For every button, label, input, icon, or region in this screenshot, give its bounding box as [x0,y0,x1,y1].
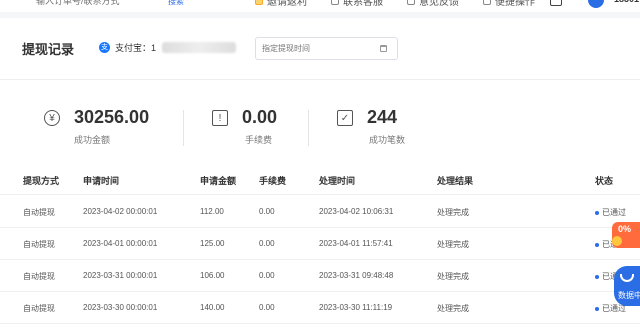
cell-amount: 106.00 [200,271,225,280]
promo-text: 0% [618,224,632,234]
gift-icon [255,0,263,5]
alipay-icon: 支 [99,42,110,53]
avatar[interactable] [588,0,604,8]
cell-result: 处理完成 [437,240,469,249]
cell-method: 自动提现 [23,304,55,313]
date-picker[interactable] [255,37,398,60]
cell-status-text: 已通过 [602,208,626,217]
service-icon [331,0,339,5]
bell-icon[interactable] [550,0,562,6]
top-bar: 搜索 邀请返利 联系客服 意见反馈 便捷操作 183017 [0,0,640,12]
cell-amount: 140.00 [200,303,225,312]
shortcut-icon [483,0,491,5]
nav-shortcut-label: 便捷操作 [495,0,535,8]
cell-method: 自动提现 [23,240,55,249]
search-button[interactable]: 搜索 [168,0,184,7]
cell-amount: 112.00 [200,207,224,216]
nav-invite-label: 邀请返利 [267,0,307,8]
stat-success-count-label: 成功笔数 [369,135,406,145]
stat-fee-value: 0.00 [242,107,278,127]
alipay-account-masked [162,42,236,53]
nav-service-label: 联系客服 [343,0,383,8]
calendar-icon[interactable] [380,45,387,52]
search-input[interactable] [22,0,162,6]
stat-success-amount-value: 30256.00 [74,107,150,127]
cell-method: 自动提现 [23,272,55,281]
nav-feedback[interactable]: 意见反馈 [407,0,459,8]
stat-success-count: ✓ 244 成功笔数 [337,107,427,151]
col-method: 提现方式 [23,176,60,186]
status-dot-icon [595,306,599,311]
wave-icon [620,274,634,282]
cell-apply-time: 2023-03-31 00:00:01 [83,271,158,280]
col-process-time: 处理时间 [319,176,356,186]
nav-service[interactable]: 联系客服 [331,0,383,8]
alipay-account-label: 支付宝：1 [115,43,157,53]
cell-result: 处理完成 [437,304,469,313]
col-result: 处理结果 [437,176,474,186]
cell-result: 处理完成 [437,208,469,217]
coin-icon [612,236,622,246]
cell-method: 自动提现 [23,208,55,217]
stat-divider [308,110,309,146]
date-input[interactable] [262,44,380,53]
cell-fee: 0.00 [259,239,275,248]
page-title: 提现记录 [22,42,75,57]
col-fee: 手续费 [259,176,287,186]
table-row: 自动提现 2023-04-02 00:00:01 112.00 0.00 202… [0,196,640,228]
col-apply-time: 申请时间 [83,176,120,186]
check-icon: ✓ [337,110,353,126]
cell-fee: 0.00 [259,271,275,280]
stat-fee-label: 手续费 [245,135,273,145]
withdraw-card: 提现记录 支 支付宝：1 ¥ 30256.00 成功金额 ! 0.00 手续费 … [0,18,640,330]
status-dot-icon [595,242,599,247]
stat-success-amount: ¥ 30256.00 成功金额 [44,107,184,151]
table-row: 自动提现 2023-03-30 00:00:01 140.00 0.00 202… [0,292,640,324]
promo-badge[interactable]: 0% [612,222,640,248]
cell-process-time: 2023-04-01 11:57:41 [319,239,393,248]
cell-process-time: 2023-04-02 10:06:31 [319,207,394,216]
search-box: 搜索 [22,0,204,8]
cell-apply-time: 2023-03-30 00:00:01 [83,303,158,312]
col-status: 状态 [595,176,614,186]
nav-shortcut[interactable]: 便捷操作 [483,0,535,8]
cell-apply-time: 2023-04-01 00:00:01 [83,239,158,248]
col-amount: 申请金额 [200,176,237,186]
stat-success-count-value: 244 [367,107,398,127]
user-name[interactable]: 183017 [614,0,640,4]
cell-status: 已通过 [595,207,626,218]
yen-icon: ¥ [44,110,60,126]
cell-fee: 0.00 [259,303,275,312]
stat-fee: ! 0.00 手续费 [212,107,302,151]
nav-feedback-label: 意见反馈 [419,0,459,8]
status-dot-icon [595,210,599,215]
alert-icon: ! [212,110,228,126]
card-header: 提现记录 支 支付宝：1 [0,18,640,80]
nav-invite[interactable]: 邀请返利 [255,0,307,8]
feedback-icon [407,0,415,5]
table-row: 自动提现 2023-03-31 00:00:01 106.00 0.00 202… [0,260,640,292]
cell-process-time: 2023-03-31 09:48:48 [319,271,394,280]
data-widget[interactable]: 数据中 [614,266,640,306]
top-nav: 邀请返利 联系客服 意见反馈 便捷操作 [255,0,535,8]
table-row: 自动提现 2023-04-01 00:00:01 125.00 0.00 202… [0,228,640,260]
table-header: 提现方式 申请时间 申请金额 手续费 处理时间 处理结果 状态 [0,165,640,195]
cell-apply-time: 2023-04-02 00:00:01 [83,207,158,216]
cell-fee: 0.00 [259,207,275,216]
cell-amount: 125.00 [200,239,225,248]
data-widget-label: 数据中 [618,291,640,300]
cell-result: 处理完成 [437,272,469,281]
stat-success-amount-label: 成功金额 [74,135,111,145]
status-dot-icon [595,274,599,279]
cell-process-time: 2023-03-30 11:11:19 [319,303,393,312]
stat-divider [183,110,184,146]
